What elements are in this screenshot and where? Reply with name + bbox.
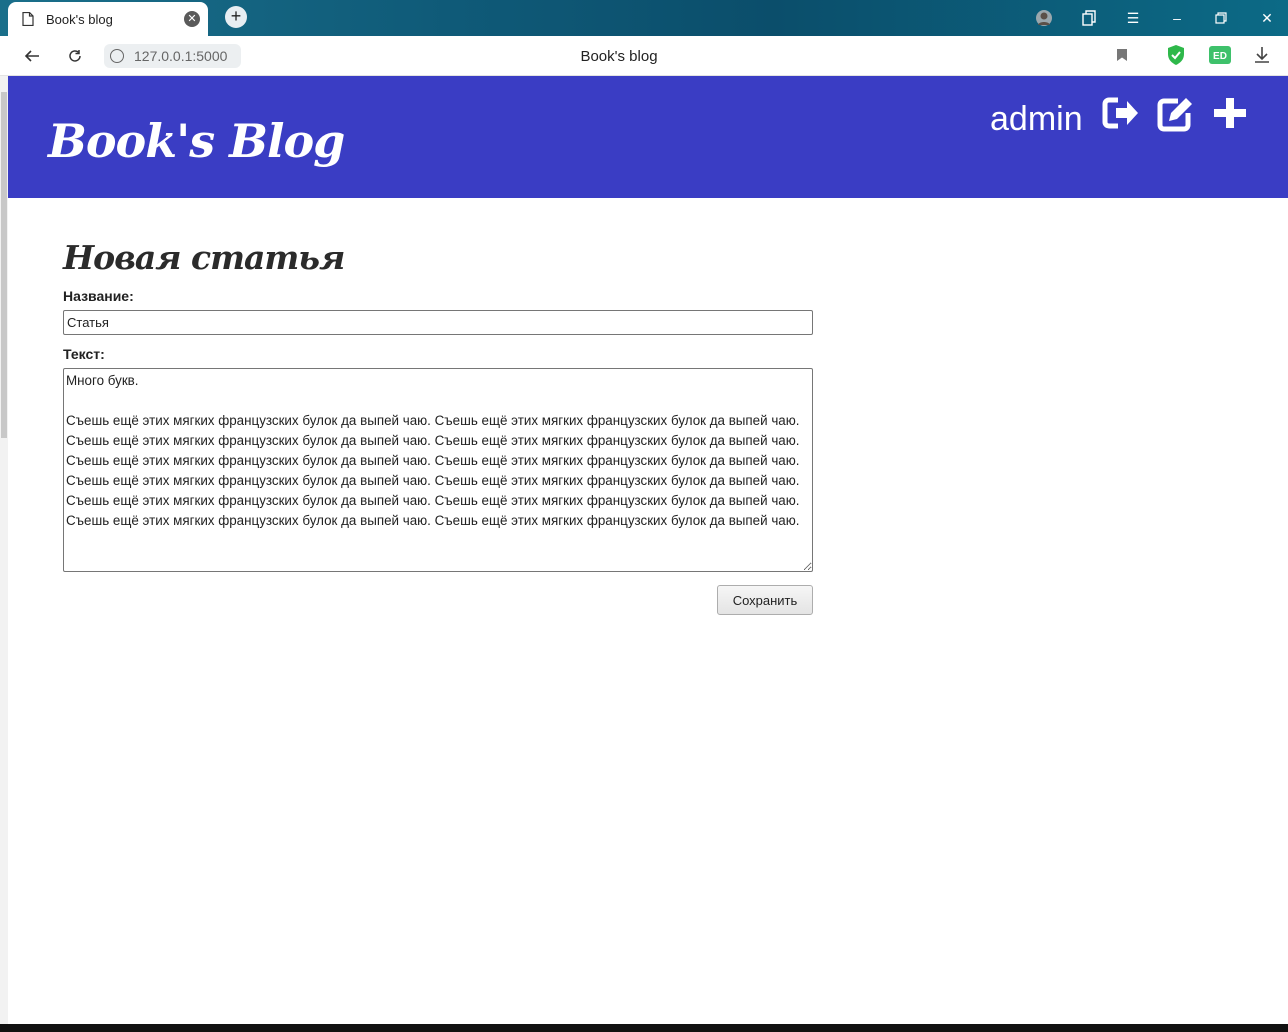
text-label: Текст: [63,346,105,362]
minimize-icon[interactable]: – [1166,6,1188,30]
tab-close-icon[interactable]: ✕ [184,11,200,27]
page-icon [22,11,34,27]
save-button[interactable]: Сохранить [717,585,813,615]
page-title: Новая статья [63,238,345,277]
scrollbar[interactable] [0,76,8,1024]
window-title: Book's blog [580,48,658,65]
download-icon[interactable] [1254,44,1276,66]
close-window-icon[interactable]: ✕ [1256,6,1278,30]
restore-icon[interactable] [1210,6,1232,30]
profile-avatar[interactable] [1034,6,1054,30]
title-label: Название: [63,288,134,304]
tab-title: Book's blog [46,11,113,27]
title-input[interactable] [63,310,813,335]
taskbar-strip [0,1024,1288,1032]
collections-icon[interactable] [1078,6,1100,30]
text-area[interactable]: Много букв. Съешь ещё этих мягких францу… [63,368,813,572]
sign-out-icon[interactable] [1102,96,1142,132]
browser-tab-bar: Book's blog ✕ + ☰ – ✕ [0,0,1288,36]
svg-text:ED: ED [1213,51,1227,62]
new-tab-button[interactable]: + [225,6,247,28]
extension-ed-icon[interactable]: ED [1209,44,1231,66]
menu-icon[interactable]: ☰ [1122,6,1144,30]
edit-icon[interactable] [1156,96,1196,132]
address-bar: 127.0.0.1:5000 Book's blog ED [0,36,1288,76]
scrollbar-thumb[interactable] [1,92,7,438]
username-label[interactable]: admin [990,100,1083,139]
bookmark-icon[interactable] [1112,44,1134,66]
site-header: Book's Blog admin [8,76,1288,198]
plus-icon[interactable] [1210,96,1250,132]
site-logo[interactable]: Book's Blog [48,114,345,168]
browser-tab[interactable]: Book's blog ✕ [8,2,208,36]
adblock-shield-icon[interactable] [1166,44,1188,66]
new-article-form: Новая статья Название: Текст: Много букв… [63,238,813,615]
